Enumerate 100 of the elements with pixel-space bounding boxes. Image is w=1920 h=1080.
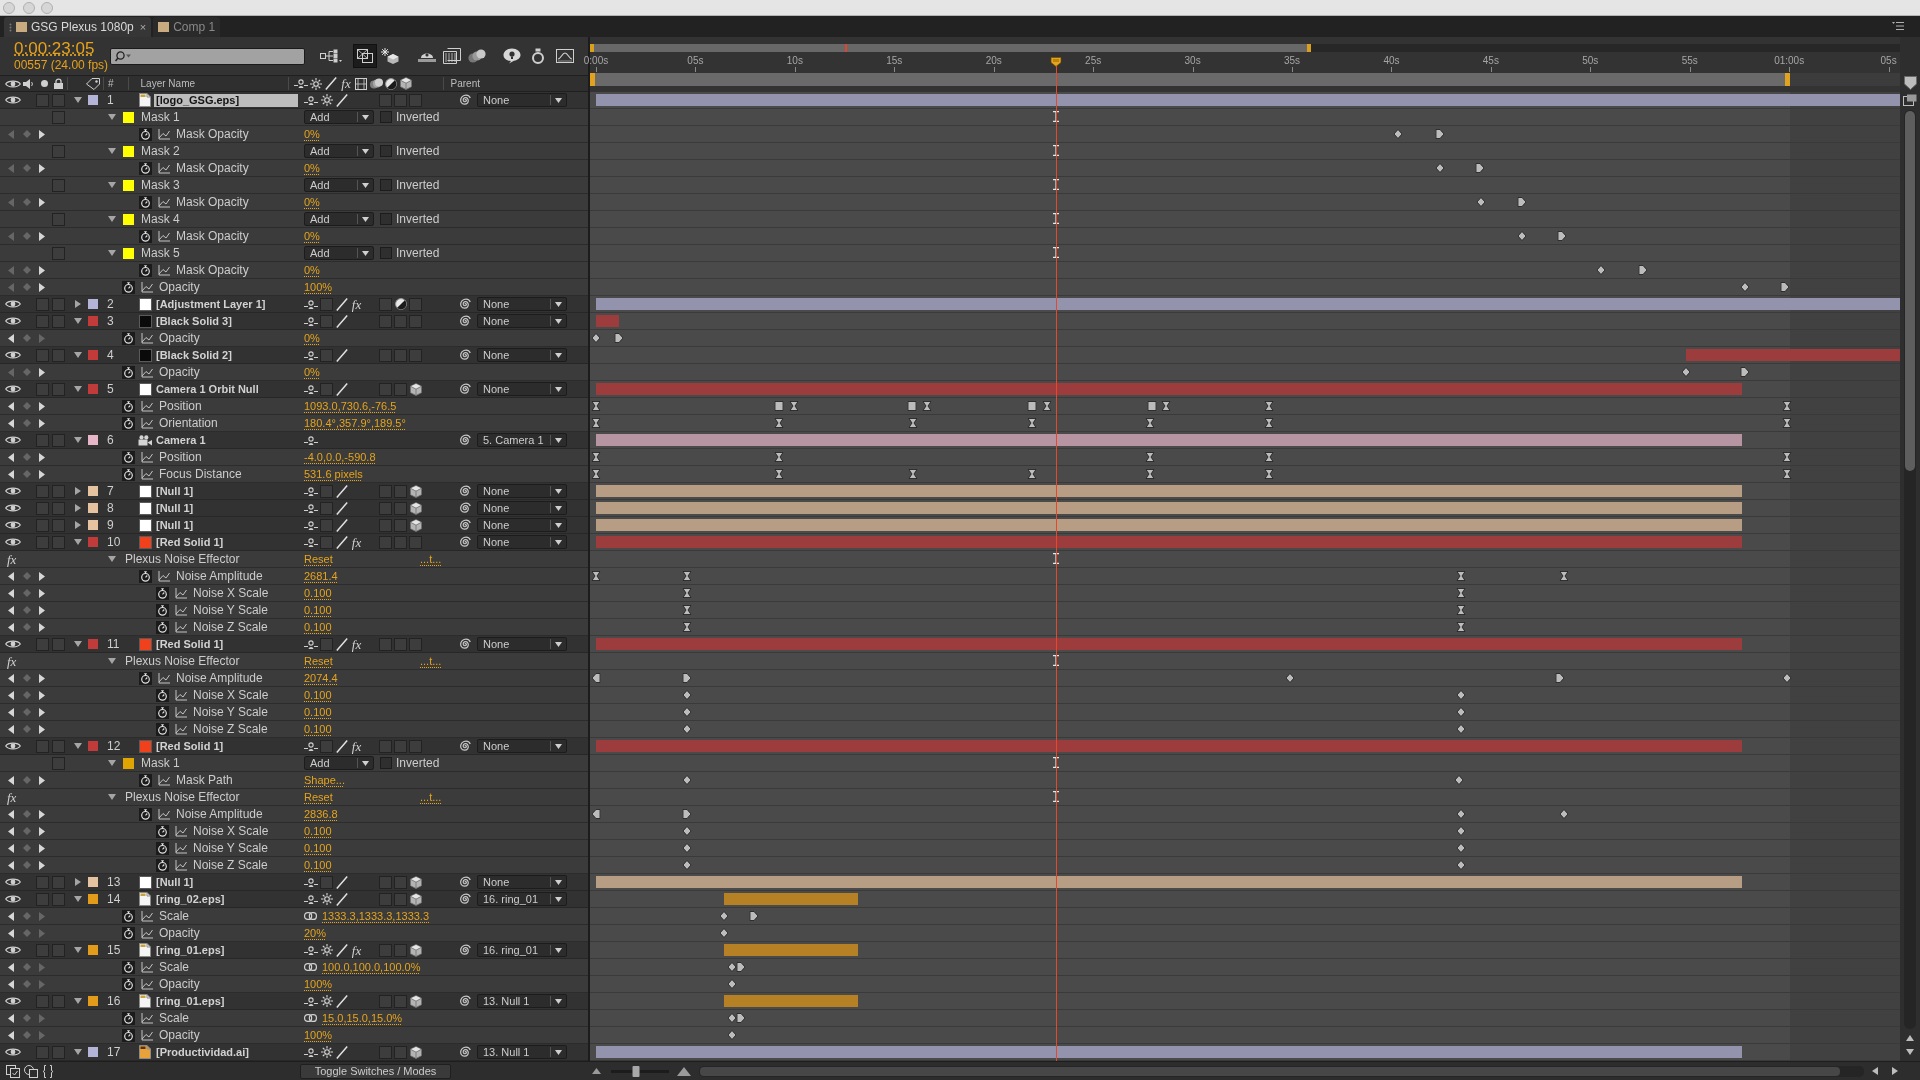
diamond-keyframe-icon[interactable]	[682, 826, 692, 836]
lock-toggle[interactable]	[52, 535, 65, 549]
eye-icon[interactable]	[5, 741, 21, 751]
spiral-icon[interactable]	[459, 434, 471, 446]
spiral-icon[interactable]	[459, 298, 471, 310]
switch-box[interactable]	[320, 382, 333, 396]
eye-icon[interactable]	[5, 894, 21, 904]
hourglass-keyframe-icon[interactable]	[774, 469, 784, 479]
graph-icon[interactable]	[158, 672, 170, 684]
switch-box[interactable]	[320, 875, 333, 889]
graph-icon[interactable]	[158, 808, 170, 820]
layer-row[interactable]: 15 [ring_01.eps] fx 16. ring_01	[0, 942, 588, 959]
switch-box[interactable]	[379, 297, 392, 311]
label-swatch[interactable]	[88, 537, 98, 547]
chain-link-icon[interactable]	[304, 912, 317, 920]
disclosure-triangle[interactable]	[108, 760, 116, 766]
stopwatch-icon[interactable]	[156, 586, 169, 600]
stopwatch-icon[interactable]	[122, 365, 135, 379]
stopwatch-icon[interactable]	[156, 603, 169, 617]
property-value[interactable]: 0.100	[304, 586, 332, 600]
stopwatch-icon[interactable]	[139, 773, 152, 787]
switch-box[interactable]	[379, 382, 392, 396]
layer-name[interactable]: [logo_GSG.eps]	[154, 93, 298, 107]
disclosure-triangle[interactable]	[74, 641, 82, 647]
disclosure-triangle[interactable]	[75, 300, 81, 308]
switch-box[interactable]	[379, 484, 392, 498]
right-pointer-keyframe-icon[interactable]	[1780, 282, 1790, 292]
mask-mode-dropdown[interactable]: Add	[304, 144, 374, 158]
label-swatch[interactable]	[88, 996, 98, 1006]
graph-icon[interactable]	[158, 162, 170, 174]
layer-name[interactable]: [Null 1]	[154, 518, 196, 532]
switch-box[interactable]	[379, 875, 392, 889]
spiral-icon[interactable]	[459, 944, 471, 956]
layer-name[interactable]: [ring_02.eps]	[154, 892, 227, 906]
lock-toggle[interactable]	[52, 297, 65, 311]
peeking-figure-icon[interactable]	[304, 503, 318, 513]
label-swatch[interactable]	[88, 639, 98, 649]
hourglass-keyframe-icon[interactable]	[1264, 469, 1274, 479]
solo-toggle[interactable]	[36, 382, 49, 396]
mask-mode-dropdown[interactable]: Add	[304, 178, 374, 192]
graph-icon[interactable]	[141, 1029, 153, 1041]
property-value[interactable]: 100%	[304, 1028, 333, 1042]
fx-switch[interactable]: fx	[351, 297, 362, 311]
stopwatch-icon[interactable]	[122, 450, 135, 464]
property-value[interactable]: 0.100	[304, 688, 332, 702]
stopwatch-icon[interactable]	[122, 1011, 135, 1025]
graph-icon[interactable]	[158, 264, 170, 276]
hourglass-keyframe-icon[interactable]	[1782, 469, 1792, 479]
hourglass-keyframe-icon[interactable]	[1456, 622, 1466, 632]
starburst-icon[interactable]	[310, 77, 323, 90]
label-swatch[interactable]	[88, 894, 98, 904]
graph-icon[interactable]	[175, 587, 187, 599]
search-field[interactable]	[110, 47, 305, 65]
hourglass-keyframe-icon[interactable]	[1042, 401, 1052, 411]
parent-dropdown[interactable]: None	[477, 739, 567, 753]
property-value[interactable]: 0.100	[304, 705, 332, 719]
property-value[interactable]: 0.100	[304, 603, 332, 617]
stopwatch-icon[interactable]	[122, 960, 135, 974]
hourglass-keyframe-icon[interactable]	[591, 571, 601, 581]
diamond-keyframe-icon[interactable]	[1456, 707, 1466, 717]
ring-icon[interactable]	[531, 48, 545, 64]
eye-icon[interactable]	[5, 486, 21, 496]
lock-toggle[interactable]	[52, 875, 65, 889]
disclosure-triangle[interactable]	[74, 386, 82, 392]
hourglass-keyframe-icon[interactable]	[1145, 452, 1155, 462]
right-pointer-keyframe-icon[interactable]	[749, 911, 759, 921]
solo-toggle[interactable]	[36, 518, 49, 532]
parent-dropdown[interactable]: None	[477, 875, 567, 889]
layer-row[interactable]: 10 [Red Solid 1] fx None	[0, 534, 588, 551]
timecode[interactable]: 0:00:23:05	[14, 39, 95, 58]
about-link[interactable]: ...t...	[420, 790, 442, 804]
diamond-keyframe-icon[interactable]	[1456, 724, 1466, 734]
property-value[interactable]: 0%	[304, 229, 320, 243]
chain-link-icon[interactable]	[304, 963, 317, 971]
switch-box[interactable]	[379, 1045, 392, 1059]
property-value[interactable]: -4.0,0.0,-590.8	[304, 450, 376, 464]
right-pointer-keyframe-icon[interactable]	[1740, 367, 1750, 377]
inverted-checkbox[interactable]	[380, 247, 392, 259]
starburst-icon[interactable]	[320, 1046, 333, 1058]
stopwatch-icon[interactable]	[122, 280, 135, 294]
switch-box[interactable]	[379, 892, 392, 906]
starburst-icon[interactable]	[320, 893, 333, 905]
diamond-keyframe-icon[interactable]	[682, 690, 692, 700]
graph-icon[interactable]	[175, 604, 187, 616]
solo-toggle[interactable]	[36, 433, 49, 447]
solo-toggle[interactable]	[36, 297, 49, 311]
hourglass-keyframe-icon[interactable]	[1782, 401, 1792, 411]
shield-icon[interactable]	[1903, 76, 1917, 90]
graph-icon[interactable]	[175, 842, 187, 854]
layer-name[interactable]: [Red Solid 1]	[154, 637, 226, 651]
hourglass-keyframe-icon[interactable]	[1456, 571, 1466, 581]
layer-row[interactable]: 14 [ring_02.eps] 16. ring_01	[0, 891, 588, 908]
layer-row[interactable]: 9 [Null 1] None	[0, 517, 588, 534]
switch-box[interactable]	[394, 739, 407, 753]
speech-bubble-icon[interactable]	[503, 48, 521, 64]
eye-icon[interactable]	[5, 316, 21, 326]
switch-box[interactable]	[320, 484, 333, 498]
lock-toggle[interactable]	[52, 943, 65, 957]
peeking-figure-icon[interactable]	[304, 894, 318, 904]
peeking-figure-icon[interactable]	[293, 79, 308, 88]
